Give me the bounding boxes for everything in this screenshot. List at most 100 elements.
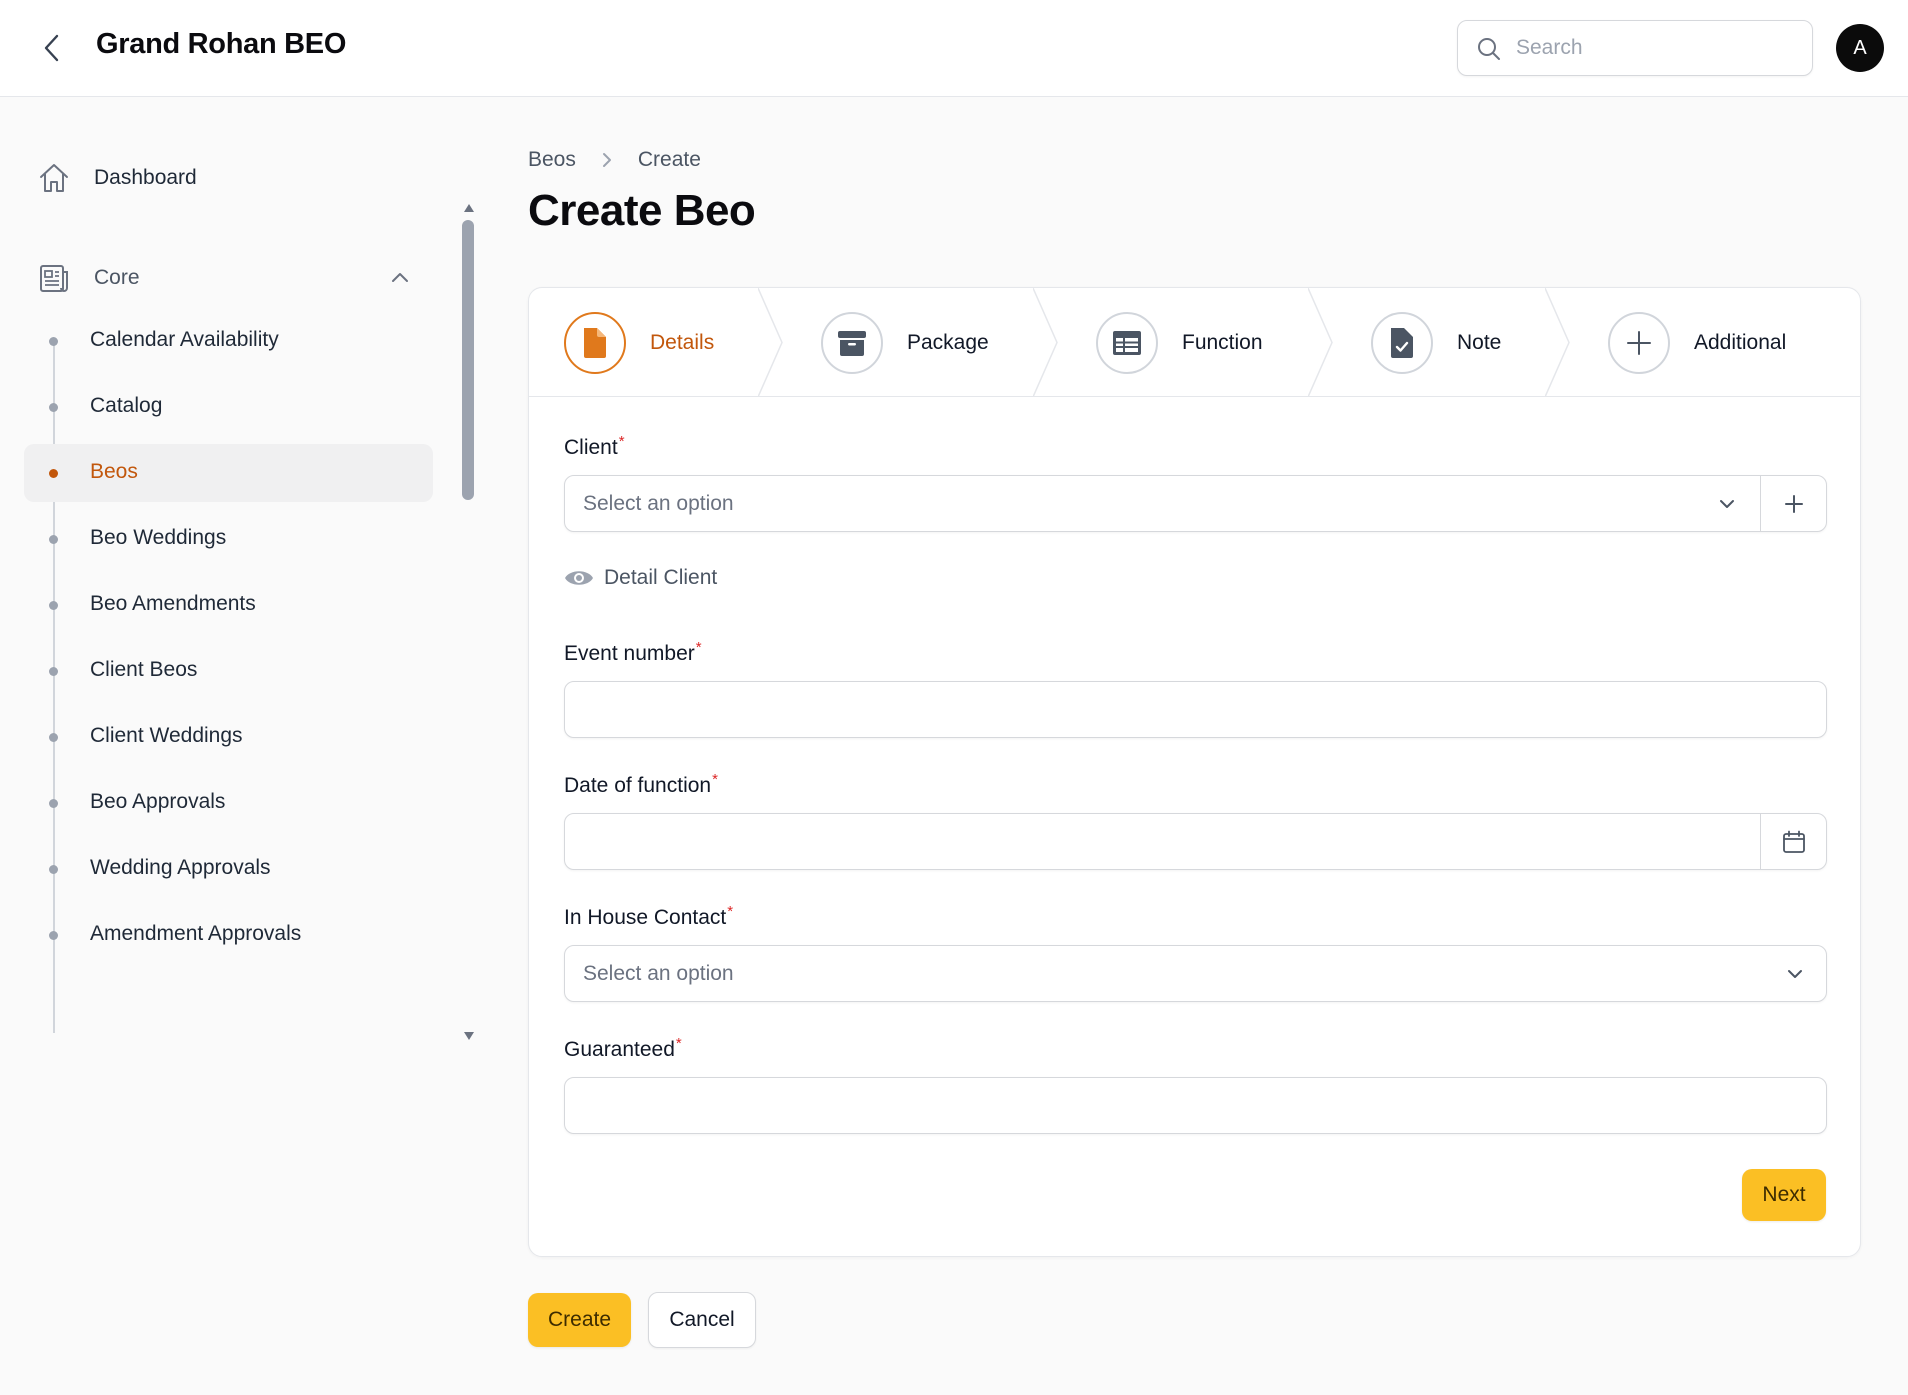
detail-client-label: Detail Client bbox=[604, 566, 718, 589]
step-details[interactable]: Details bbox=[564, 288, 714, 397]
tree-dot bbox=[49, 469, 58, 478]
breadcrumb-beos[interactable]: Beos bbox=[528, 148, 576, 172]
step-label: Function bbox=[1182, 330, 1263, 354]
newspaper-icon bbox=[36, 260, 72, 296]
sidebar-item-beos[interactable]: Beos bbox=[24, 444, 433, 502]
event-number-input[interactable] bbox=[565, 682, 1826, 737]
guaranteed-input[interactable] bbox=[565, 1078, 1826, 1133]
wizard-card: Details Package Function Note Additional bbox=[528, 287, 1861, 1257]
date-of-function-field[interactable] bbox=[564, 813, 1827, 870]
tree-dot bbox=[49, 865, 58, 874]
add-client-button[interactable] bbox=[1760, 476, 1826, 531]
chevron-up-icon bbox=[392, 273, 408, 282]
step-separator bbox=[1033, 288, 1058, 397]
table-icon bbox=[1113, 330, 1141, 355]
sidebar-item-label: Beo Approvals bbox=[90, 790, 226, 813]
chevron-down-icon bbox=[1720, 500, 1734, 508]
step-label: Note bbox=[1457, 330, 1502, 354]
chevron-left-icon bbox=[44, 34, 59, 62]
archive-box-icon bbox=[838, 330, 866, 356]
sidebar-item-catalog[interactable]: Catalog bbox=[24, 378, 433, 436]
date-of-function-input[interactable] bbox=[565, 814, 1761, 869]
event-number-label: Event number* bbox=[564, 639, 702, 665]
step-package[interactable]: Package bbox=[821, 288, 989, 397]
sidebar-item-dashboard[interactable]: Dashboard bbox=[24, 148, 434, 208]
sidebar-group-label: Core bbox=[94, 266, 140, 289]
tree-dot bbox=[49, 931, 58, 940]
sidebar-item-beo-weddings[interactable]: Beo Weddings bbox=[24, 510, 433, 568]
plus-icon bbox=[1784, 494, 1803, 513]
step-label: Additional bbox=[1694, 330, 1787, 354]
in-house-contact-placeholder: Select an option bbox=[583, 962, 734, 985]
sidebar-scrollbar-thumb[interactable] bbox=[462, 220, 474, 500]
calendar-icon bbox=[1782, 830, 1805, 853]
client-label: Client* bbox=[564, 433, 625, 459]
step-separator bbox=[758, 288, 783, 397]
eye-icon bbox=[565, 571, 593, 585]
sidebar: Dashboard Core Calendar Availability Cata… bbox=[0, 98, 478, 1395]
sidebar-item-beo-amendments[interactable]: Beo Amendments bbox=[24, 576, 433, 634]
step-separator bbox=[1545, 288, 1570, 397]
tree-dot bbox=[49, 337, 58, 346]
sidebar-item-label: Wedding Approvals bbox=[90, 856, 271, 879]
sidebar-group-core[interactable]: Core bbox=[24, 250, 434, 306]
date-of-function-label: Date of function* bbox=[564, 771, 718, 797]
create-button[interactable]: Create bbox=[528, 1293, 631, 1347]
in-house-contact-select[interactable]: Select an option bbox=[564, 945, 1827, 1002]
guaranteed-label: Guaranteed* bbox=[564, 1035, 682, 1061]
search-input[interactable] bbox=[1516, 21, 1806, 75]
sidebar-item-label: Beo Amendments bbox=[90, 592, 256, 615]
date-picker-button[interactable] bbox=[1760, 814, 1826, 869]
page-title: Create Beo bbox=[528, 186, 756, 235]
back-button[interactable] bbox=[36, 30, 68, 66]
sidebar-item-label: Beo Weddings bbox=[90, 526, 227, 549]
plus-icon bbox=[1627, 330, 1651, 355]
sidebar-item-client-weddings[interactable]: Client Weddings bbox=[24, 708, 433, 766]
search-icon bbox=[1478, 38, 1500, 60]
step-label: Details bbox=[650, 330, 715, 354]
home-icon bbox=[36, 160, 72, 196]
app-title: Grand Rohan BEO bbox=[96, 28, 347, 60]
sidebar-item-beo-approvals[interactable]: Beo Approvals bbox=[24, 774, 433, 832]
document-check-icon bbox=[1391, 327, 1413, 358]
client-select-placeholder: Select an option bbox=[583, 492, 734, 515]
tree-dot bbox=[49, 535, 58, 544]
in-house-contact-label: In House Contact* bbox=[564, 903, 734, 929]
client-select[interactable]: Select an option bbox=[564, 475, 1827, 532]
next-button[interactable]: Next bbox=[1742, 1169, 1826, 1221]
sidebar-item-wedding-approvals[interactable]: Wedding Approvals bbox=[24, 840, 433, 898]
breadcrumb-current: Create bbox=[637, 148, 701, 171]
tree-dot bbox=[49, 733, 58, 742]
step-note[interactable]: Note bbox=[1371, 288, 1501, 397]
tree-dot bbox=[49, 799, 58, 808]
cancel-button[interactable]: Cancel bbox=[648, 1292, 756, 1348]
sidebar-item-amendment-approvals[interactable]: Amendment Approvals bbox=[24, 906, 433, 964]
step-function[interactable]: Function bbox=[1096, 288, 1263, 397]
document-icon bbox=[584, 327, 606, 358]
tree-dot bbox=[49, 403, 58, 412]
sidebar-item-label: Calendar Availability bbox=[90, 328, 279, 351]
sidebar-item-calendar-availability[interactable]: Calendar Availability bbox=[24, 312, 433, 370]
tree-dot bbox=[49, 601, 58, 610]
step-additional[interactable]: Additional bbox=[1608, 288, 1786, 397]
sidebar-item-label: Catalog bbox=[90, 394, 163, 417]
guaranteed-field[interactable] bbox=[564, 1077, 1827, 1134]
scroll-up-arrow[interactable] bbox=[462, 202, 476, 214]
scroll-down-arrow[interactable] bbox=[462, 1030, 476, 1042]
search-box[interactable] bbox=[1457, 20, 1813, 76]
breadcrumb: Beos Create bbox=[528, 146, 701, 174]
chevron-right-icon bbox=[602, 153, 611, 167]
sidebar-item-label: Client Beos bbox=[90, 658, 198, 681]
sidebar-item-label: Beos bbox=[90, 460, 138, 483]
tree-dot bbox=[49, 667, 58, 676]
top-bar: Grand Rohan BEO A bbox=[0, 0, 1908, 97]
step-label: Package bbox=[907, 330, 989, 354]
sidebar-item-label: Dashboard bbox=[94, 166, 197, 189]
step-separator bbox=[1308, 288, 1333, 397]
sidebar-item-client-beos[interactable]: Client Beos bbox=[24, 642, 433, 700]
event-number-field[interactable] bbox=[564, 681, 1827, 738]
chevron-down-icon bbox=[1788, 970, 1802, 978]
detail-client-link[interactable]: Detail Client bbox=[564, 566, 717, 590]
avatar[interactable]: A bbox=[1836, 24, 1884, 72]
sidebar-item-label: Client Weddings bbox=[90, 724, 243, 747]
